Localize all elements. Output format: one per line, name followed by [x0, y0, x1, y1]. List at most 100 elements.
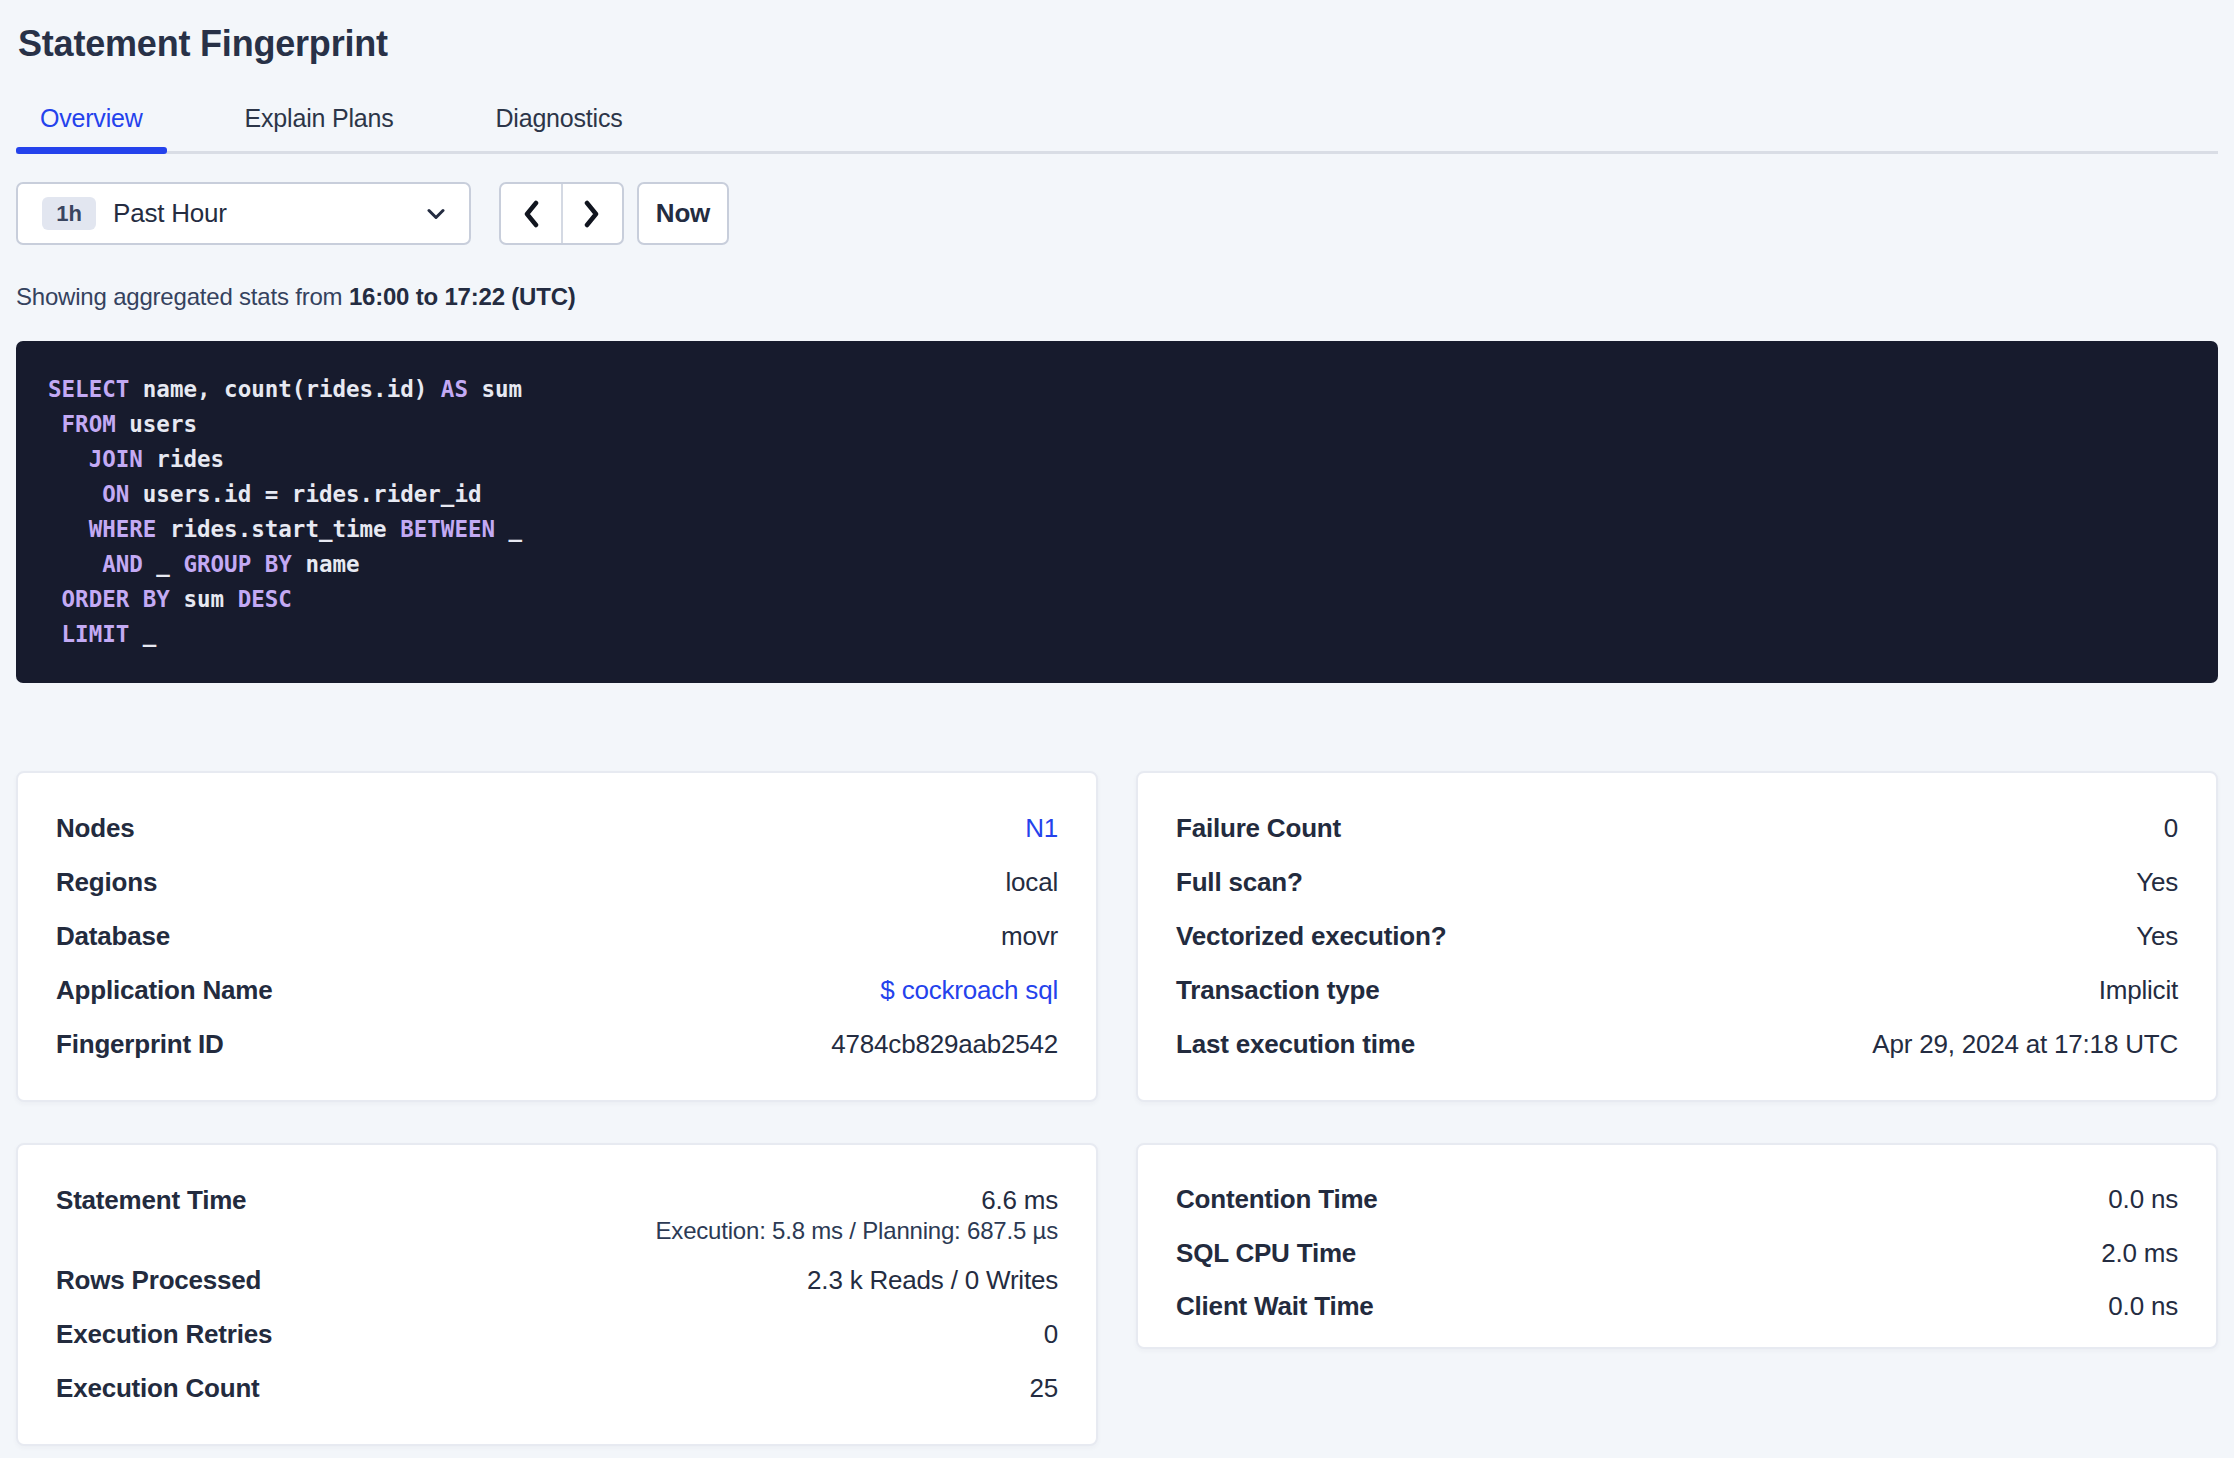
card-row-label: Contention Time	[1176, 1184, 1378, 1215]
tab-label: Overview	[40, 104, 143, 132]
card-row: Failure Count 0	[1176, 801, 2178, 855]
card-row: Client Wait Time 0.0 ns	[1176, 1280, 2178, 1334]
card-row: Last execution time Apr 29, 2024 at 17:1…	[1176, 1018, 2178, 1072]
previous-range-button[interactable]	[501, 184, 563, 243]
tab-explain-plans[interactable]: Explain Plans	[221, 105, 418, 151]
aggregated-stats-prefix: Showing aggregated stats from	[16, 283, 349, 310]
card-row-label: SQL CPU Time	[1176, 1238, 1356, 1269]
sql-code-line: AND _ GROUP BY name	[48, 547, 2186, 582]
card-row-value: local	[1006, 867, 1058, 898]
card-row-label: Regions	[56, 867, 157, 898]
sql-code-line: ON users.id = rides.rider_id	[48, 477, 2186, 512]
card-row-label: Transaction type	[1176, 975, 1379, 1006]
sql-code-line: WHERE rides.start_time BETWEEN _	[48, 512, 2186, 547]
sql-keyword: BY	[265, 551, 292, 577]
card-row-label: Rows Processed	[56, 1265, 261, 1296]
card-row-value: movr	[1001, 921, 1058, 952]
sql-keyword: GROUP	[183, 551, 251, 577]
time-range-pager	[499, 182, 624, 245]
sql-statement-box: SELECT name, count(rides.id) AS sum FROM…	[16, 341, 2218, 683]
aggregated-stats-range: 16:00 to 17:22 (UTC)	[349, 283, 576, 310]
next-range-button[interactable]	[563, 184, 623, 243]
time-range-label: Past Hour	[113, 198, 427, 229]
card-row: Transaction type Implicit	[1176, 964, 2178, 1018]
card-meta: Nodes N1 Regions local Database movr App…	[16, 771, 1098, 1102]
card-row-label: Fingerprint ID	[56, 1029, 224, 1060]
card-row-value: 25	[1029, 1373, 1058, 1404]
sql-text	[48, 481, 102, 507]
card-row-value: 0.0 ns	[2108, 1184, 2178, 1215]
now-button[interactable]: Now	[637, 182, 729, 245]
sql-text: sum	[468, 376, 522, 402]
card-row-label: Client Wait Time	[1176, 1291, 1374, 1322]
sql-keyword: ON	[102, 481, 129, 507]
sql-text	[48, 446, 89, 472]
card-row-value: Apr 29, 2024 at 17:18 UTC	[1872, 1029, 2178, 1060]
card-row-value: 2.3 k Reads / 0 Writes	[807, 1265, 1058, 1296]
card-row-value: 0.0 ns	[2108, 1291, 2178, 1322]
time-range-badge: 1h	[42, 197, 96, 230]
card-row-value: 6.6 ms	[981, 1185, 1058, 1216]
tab-label: Diagnostics	[495, 104, 622, 132]
card-row: Contention Time 0.0 ns	[1176, 1173, 2178, 1227]
sql-text	[48, 621, 62, 647]
card-waits: Contention Time 0.0 ns SQL CPU Time 2.0 …	[1136, 1143, 2218, 1349]
card-attributes: Failure Count 0 Full scan? Yes Vectorize…	[1136, 771, 2218, 1102]
sql-text	[251, 551, 265, 577]
card-row: Nodes N1	[56, 801, 1058, 855]
sql-code-line: FROM users	[48, 407, 2186, 442]
sql-text	[48, 411, 62, 437]
page-title: Statement Fingerprint	[18, 0, 2218, 69]
sql-text: _	[495, 516, 522, 542]
sql-keyword: AS	[441, 376, 468, 402]
card-row: Full scan? Yes	[1176, 855, 2178, 909]
chevron-left-icon	[523, 200, 539, 228]
chevron-down-icon	[427, 208, 445, 220]
card-row: Fingerprint ID 4784cb829aab2542	[56, 1018, 1058, 1072]
sql-text: name	[292, 551, 360, 577]
card-row-label: Statement Time	[56, 1185, 246, 1216]
sql-keyword: WHERE	[89, 516, 157, 542]
card-row: Rows Processed 2.3 k Reads / 0 Writes	[56, 1253, 1058, 1307]
sql-text: rides	[143, 446, 224, 472]
sql-text: _	[143, 551, 184, 577]
aggregated-stats-line: Showing aggregated stats from 16:00 to 1…	[16, 283, 2218, 311]
sql-text: users.id = rides.rider_id	[129, 481, 481, 507]
card-row-value: 0	[1044, 1319, 1058, 1350]
card-row-label: Execution Retries	[56, 1319, 272, 1350]
card-row: Regions local	[56, 855, 1058, 909]
chevron-right-icon	[584, 200, 600, 228]
sql-text: rides.start_time	[156, 516, 400, 542]
tab-label: Explain Plans	[245, 104, 394, 132]
card-row: Database movr	[56, 909, 1058, 963]
card-row-label: Failure Count	[1176, 813, 1341, 844]
card-row: Vectorized execution? Yes	[1176, 909, 2178, 963]
tab-diagnostics[interactable]: Diagnostics	[471, 105, 646, 151]
sql-code-line: JOIN rides	[48, 442, 2186, 477]
card-row-label: Database	[56, 921, 170, 952]
sql-code-line: SELECT name, count(rides.id) AS sum	[48, 372, 2186, 407]
card-row-label: Last execution time	[1176, 1029, 1415, 1060]
tab-overview[interactable]: Overview	[16, 105, 167, 151]
sql-keyword: FROM	[62, 411, 116, 437]
card-row-value-link[interactable]: $ cockroach sql	[880, 975, 1058, 1006]
sql-keyword: AND	[102, 551, 143, 577]
sql-text: name, count(rides.id)	[129, 376, 441, 402]
sql-keyword: JOIN	[89, 446, 143, 472]
sql-text	[48, 586, 62, 612]
sql-keyword: BY	[143, 586, 170, 612]
card-row: Application Name $ cockroach sql	[56, 964, 1058, 1018]
sql-text	[129, 586, 143, 612]
card-row-value: 2.0 ms	[2101, 1238, 2178, 1269]
card-row-value: Yes	[2136, 921, 2178, 952]
sql-text: _	[129, 621, 156, 647]
card-row-label: Nodes	[56, 813, 134, 844]
sql-code-line: LIMIT _	[48, 617, 2186, 652]
sql-keyword: SELECT	[48, 376, 129, 402]
card-row: SQL CPU Time 2.0 ms	[1176, 1227, 2178, 1281]
sql-code-line: ORDER BY sum DESC	[48, 582, 2186, 617]
card-row-value-link[interactable]: N1	[1025, 813, 1058, 844]
card-timings: Statement Time 6.6 ms Execution: 5.8 ms …	[16, 1143, 1098, 1446]
time-range-select[interactable]: 1h Past Hour	[16, 182, 471, 245]
card-row: Execution Retries 0	[56, 1307, 1058, 1361]
